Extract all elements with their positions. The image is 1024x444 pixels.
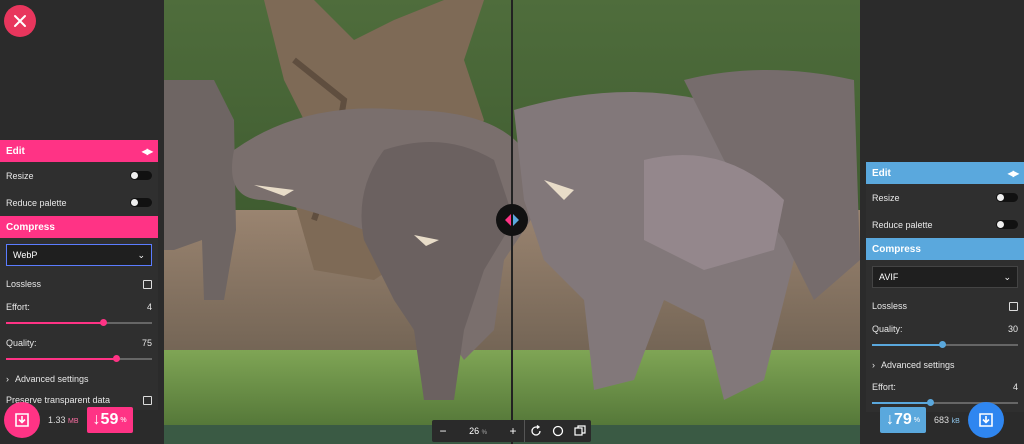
quality-slider[interactable] — [6, 355, 152, 362]
copy-settings-icon[interactable]: ◀▶ — [142, 147, 153, 156]
resize-label-right: Resize — [872, 192, 900, 203]
right-percent-badge: ↓79 % — [880, 407, 927, 433]
zoom-value: 26 — [469, 426, 480, 436]
zoom-level[interactable]: 26 % — [454, 426, 502, 436]
right-size-value: 683 — [934, 415, 950, 425]
quality-fill-right — [872, 344, 942, 346]
compress-header-right: Compress — [866, 238, 1024, 260]
right-download-button[interactable] — [967, 402, 1004, 438]
left-download-button[interactable] — [4, 402, 40, 438]
quality-knob-right[interactable] — [938, 341, 946, 348]
effort-value-right: 4 — [1012, 382, 1018, 392]
copy-settings-icon[interactable]: ◀▶ — [1008, 169, 1019, 178]
lossless-checkbox-right[interactable] — [1009, 301, 1018, 311]
left-percent-value: ↓59 — [92, 411, 119, 428]
background-toggle-button[interactable] — [547, 420, 569, 442]
effort-slider[interactable] — [6, 319, 152, 326]
resize-row-right: Resize — [866, 184, 1024, 211]
edit-header: Edit ◀▶ — [0, 140, 158, 162]
effort-label: Effort: — [6, 302, 30, 312]
rotate-button[interactable] — [525, 420, 547, 442]
chevron-down-icon: ⌄ — [1003, 271, 1011, 282]
quality-slider-row-right: Quality: 30 — [866, 318, 1024, 354]
quality-label-right: Quality: — [872, 324, 903, 334]
effort-fill — [6, 322, 104, 324]
left-options-panel: Edit ◀▶ Resize Reduce palette Compress W… — [0, 140, 158, 410]
reduce-palette-row: Reduce palette — [0, 189, 158, 216]
advanced-settings-label: Advanced settings — [15, 374, 89, 384]
left-percent-unit: % — [120, 416, 127, 424]
lossless-row: Lossless — [0, 272, 158, 296]
lossless-label: Lossless — [6, 279, 42, 289]
download-icon — [15, 413, 29, 427]
quality-slider-row: Quality: 75 — [0, 332, 158, 368]
lossless-checkbox[interactable] — [143, 279, 152, 289]
format-select-right[interactable]: AVIF ⌄ — [872, 266, 1018, 288]
side-by-side-button[interactable] — [569, 420, 591, 442]
right-size-unit: kB — [951, 418, 960, 425]
lossless-label-right: Lossless — [872, 301, 908, 311]
zoom-out-button[interactable]: − — [432, 420, 454, 442]
advanced-settings-label-right: Advanced settings — [881, 360, 955, 370]
edit-title: Edit — [6, 145, 25, 157]
edit-header-right: Edit ◀▶ — [866, 162, 1024, 184]
advanced-settings-toggle[interactable]: › Advanced settings — [0, 368, 158, 390]
quality-value-right: 30 — [1007, 324, 1018, 334]
close-icon — [14, 15, 26, 27]
edit-title-right: Edit — [872, 167, 891, 179]
zoom-in-button[interactable]: + — [502, 420, 524, 442]
reduce-palette-label: Reduce palette — [6, 197, 67, 208]
chevron-right-icon: › — [6, 374, 9, 384]
compress-title-right: Compress — [872, 243, 921, 255]
lossless-row-right: Lossless — [866, 294, 1024, 318]
right-output-bar: ↓79 % 683 kB — [880, 400, 1024, 440]
download-icon — [978, 413, 993, 427]
reduce-palette-toggle-right[interactable] — [996, 220, 1018, 229]
rotate-icon — [531, 425, 541, 436]
zoom-toolbar: − 26 % + — [432, 420, 591, 442]
quality-label: Quality: — [6, 338, 37, 348]
resize-toggle-right[interactable] — [996, 193, 1018, 202]
compress-title: Compress — [6, 221, 55, 233]
side-by-side-icon — [574, 425, 586, 436]
reduce-palette-toggle[interactable] — [130, 198, 152, 207]
effort-knob[interactable] — [100, 319, 108, 326]
reduce-palette-row-right: Reduce palette — [866, 211, 1024, 238]
quality-fill — [6, 358, 116, 360]
format-value: WebP — [13, 250, 38, 260]
right-percent-unit: % — [913, 416, 921, 424]
arrows-icon — [505, 214, 519, 226]
chevron-down-icon: ⌄ — [137, 249, 145, 260]
split-handle[interactable] — [496, 204, 528, 236]
advanced-settings-toggle-right[interactable]: › Advanced settings — [866, 354, 1024, 376]
right-percent-value: ↓79 — [886, 411, 912, 428]
resize-toggle[interactable] — [130, 171, 152, 180]
quality-value: 75 — [141, 338, 152, 348]
compare-stage: Edit ◀▶ Resize Reduce palette Compress W… — [0, 0, 1024, 444]
resize-row: Resize — [0, 162, 158, 189]
right-options-panel: Edit ◀▶ Resize Reduce palette Compress A… — [866, 162, 1024, 412]
close-button[interactable] — [4, 5, 36, 37]
chevron-right-icon: › — [872, 360, 875, 370]
effort-slider-row: Effort: 4 — [0, 296, 158, 332]
resize-label: Resize — [6, 170, 34, 181]
effort-label-right: Effort: — [872, 382, 896, 392]
quality-slider-right[interactable] — [872, 341, 1018, 348]
quality-knob[interactable] — [112, 355, 120, 362]
effort-value: 4 — [146, 302, 152, 312]
left-size-value: 1.33 — [48, 415, 66, 425]
reduce-palette-label-right: Reduce palette — [872, 219, 933, 230]
left-file-size: 1.33 MB — [48, 415, 79, 425]
zoom-unit: % — [481, 430, 487, 436]
right-file-size: 683 kB — [934, 415, 960, 425]
format-select[interactable]: WebP ⌄ — [6, 244, 152, 266]
background-toggle-icon — [552, 425, 564, 437]
format-value-right: AVIF — [879, 272, 899, 282]
compress-header: Compress — [0, 216, 158, 238]
left-size-unit: MB — [68, 418, 79, 425]
left-percent-badge: ↓59 % — [86, 407, 133, 433]
left-output-bar: 1.33 MB ↓59 % — [0, 400, 158, 440]
